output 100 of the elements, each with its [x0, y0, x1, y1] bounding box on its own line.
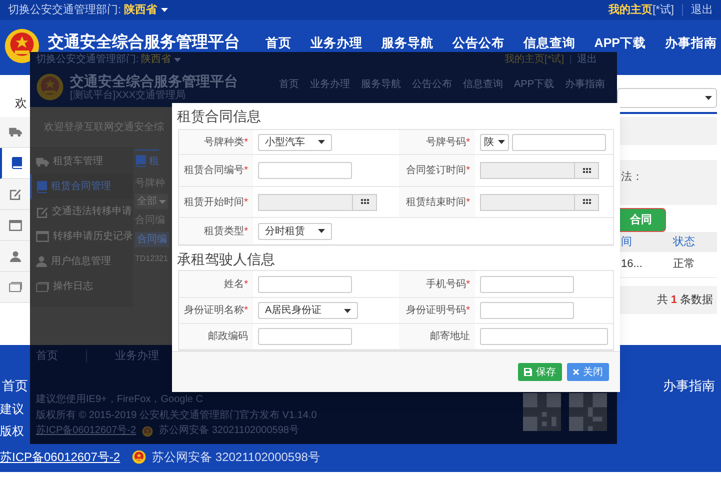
grid-icon — [360, 199, 368, 206]
save-button[interactable]: 保存 — [518, 363, 562, 382]
nav-link[interactable]: 服务导航 — [360, 76, 401, 92]
input-field[interactable] — [480, 276, 574, 293]
menu-item[interactable]: 转移申请历史记录 — [30, 224, 133, 249]
nav-link[interactable]: 业务办理 — [310, 36, 362, 51]
home-link[interactable]: 我的主页[*试] — [504, 52, 564, 67]
date-field[interactable] — [480, 194, 575, 211]
province-selector[interactable]: 陕西省 — [124, 2, 168, 18]
site-title: 交通安全综合服务管理平台 — [70, 72, 238, 90]
calendar-button[interactable] — [353, 194, 377, 211]
close-button[interactable]: 关闭 — [567, 363, 609, 382]
truck-icon — [36, 156, 49, 166]
nav-link[interactable]: 首页 — [278, 76, 299, 92]
section-title: 承租驾驶人信息 — [177, 250, 275, 269]
input-field[interactable] — [480, 328, 608, 346]
input-field[interactable] — [258, 328, 352, 346]
user-icon — [10, 250, 20, 262]
menu-item[interactable]: 交通违法转移申请 — [30, 199, 133, 224]
caret-icon — [344, 308, 351, 313]
sidebar-tab[interactable] — [0, 179, 30, 210]
nav-link[interactable]: 公告公布 — [452, 36, 504, 51]
footer-nav-link[interactable]: 业务办理 — [115, 348, 159, 364]
nav-link[interactable]: 公告公布 — [412, 76, 452, 92]
copyright-text: 版权所有 © 2015-2019 公安机关交通管理部门官方发布 V1.14.0 — [36, 410, 317, 422]
icp-link[interactable]: 苏ICP备06012607号-2 — [0, 448, 120, 466]
caret-icon — [174, 58, 181, 62]
nav-link[interactable]: APP下载 — [514, 76, 554, 92]
column-header: 状态 — [673, 234, 695, 250]
date-field[interactable] — [480, 162, 575, 180]
police-record-text: 苏公网安备 32021102000598号 — [159, 425, 299, 437]
nav-link[interactable]: 信息查询 — [462, 76, 503, 92]
emblem-icon — [142, 426, 154, 436]
department-label: 切换公安交通管理部门: — [36, 52, 139, 67]
menu-item[interactable]: 用户信息管理 — [30, 249, 133, 274]
home-link[interactable]: 我的主页 — [608, 2, 653, 18]
field-label: 租赁结束时间 — [406, 196, 466, 210]
footer-nav-link[interactable]: 首页 — [0, 376, 28, 395]
input-field[interactable] — [480, 302, 574, 320]
field-label: 租赁开始时间 — [184, 196, 244, 210]
required-mark: * — [466, 278, 470, 292]
sidebar-tab[interactable] — [0, 148, 30, 179]
user-icon — [36, 256, 47, 267]
total-count: 1 — [670, 292, 677, 308]
truck-icon — [8, 127, 22, 137]
filter-label: 法： — [621, 171, 643, 183]
field-label: 租赁合同编号 — [184, 164, 244, 178]
select-field[interactable]: 小型汽车 — [258, 134, 332, 151]
nav-link[interactable]: 业务办理 — [310, 76, 350, 92]
province-selector[interactable]: 陕西省 — [140, 52, 181, 67]
input-field[interactable] — [258, 162, 352, 180]
browser-note: 建议 — [0, 401, 24, 418]
add-contract-button[interactable]: 合同 — [617, 209, 665, 232]
icp-link[interactable]: 苏ICP备06012607号-2 — [36, 425, 136, 437]
nav-link[interactable]: 办事指南 — [565, 76, 605, 92]
field-label: 租赁类型 — [204, 224, 244, 239]
sidebar-tab[interactable] — [0, 210, 30, 241]
nav-link[interactable]: 首页 — [265, 36, 292, 51]
field-label: 姓名 — [224, 278, 244, 292]
required-mark: * — [466, 196, 470, 210]
nav-link[interactable]: 办事指南 — [665, 36, 717, 51]
calendar-icon — [36, 231, 49, 242]
field-label: 号牌号码 — [426, 136, 466, 150]
nav-link[interactable]: APP下载 — [594, 36, 646, 51]
caret-icon — [159, 200, 166, 204]
menu-item[interactable]: 操作日志 — [30, 274, 133, 299]
nav-link[interactable]: 服务导航 — [381, 36, 434, 51]
dropdown-field[interactable] — [617, 88, 717, 108]
welcome-text: 欢 — [15, 96, 27, 110]
sidebar-tab[interactable] — [0, 241, 30, 272]
input-field[interactable] — [258, 276, 352, 293]
column-header: 间 — [621, 234, 633, 250]
select-field[interactable]: 分时租赁 — [258, 222, 332, 240]
qr-code-drawing — [523, 393, 561, 431]
select-field[interactable]: A居民身份证 — [258, 302, 358, 320]
logout-link[interactable]: 退出 — [577, 52, 597, 67]
footer-nav-link[interactable]: 首页 — [36, 348, 58, 364]
total-suffix: 条数据 — [680, 292, 713, 308]
footer-nav-link[interactable]: 办事指南 — [663, 376, 721, 395]
menu-item[interactable]: 租赁车管理 — [30, 149, 133, 174]
sidebar-tab[interactable] — [0, 272, 30, 303]
content-tab[interactable]: 租 — [149, 154, 159, 168]
required-mark: * — [244, 136, 248, 150]
field-label: 号牌种类 — [204, 136, 244, 150]
province-select[interactable]: 陕 — [480, 134, 509, 151]
edit-icon — [9, 188, 21, 200]
site-subtitle: [测试平台]XXX交通管理局 — [70, 90, 187, 102]
qr-code-drawing — [569, 393, 607, 431]
input-field[interactable] — [512, 134, 606, 151]
logout-link[interactable]: 退出 — [691, 2, 713, 18]
close-icon — [573, 369, 579, 376]
calendar-button[interactable] — [575, 194, 599, 211]
calendar-button[interactable] — [575, 162, 599, 180]
emblem-icon — [132, 450, 146, 464]
sidebar-tab[interactable] — [0, 117, 30, 148]
police-record-text: 苏公网安备 32021102000598号 — [152, 449, 320, 466]
nav-link[interactable]: 信息查询 — [523, 36, 576, 51]
required-mark: * — [244, 224, 248, 239]
date-field[interactable] — [258, 194, 353, 211]
copyright-text: 版权 — [0, 423, 24, 440]
